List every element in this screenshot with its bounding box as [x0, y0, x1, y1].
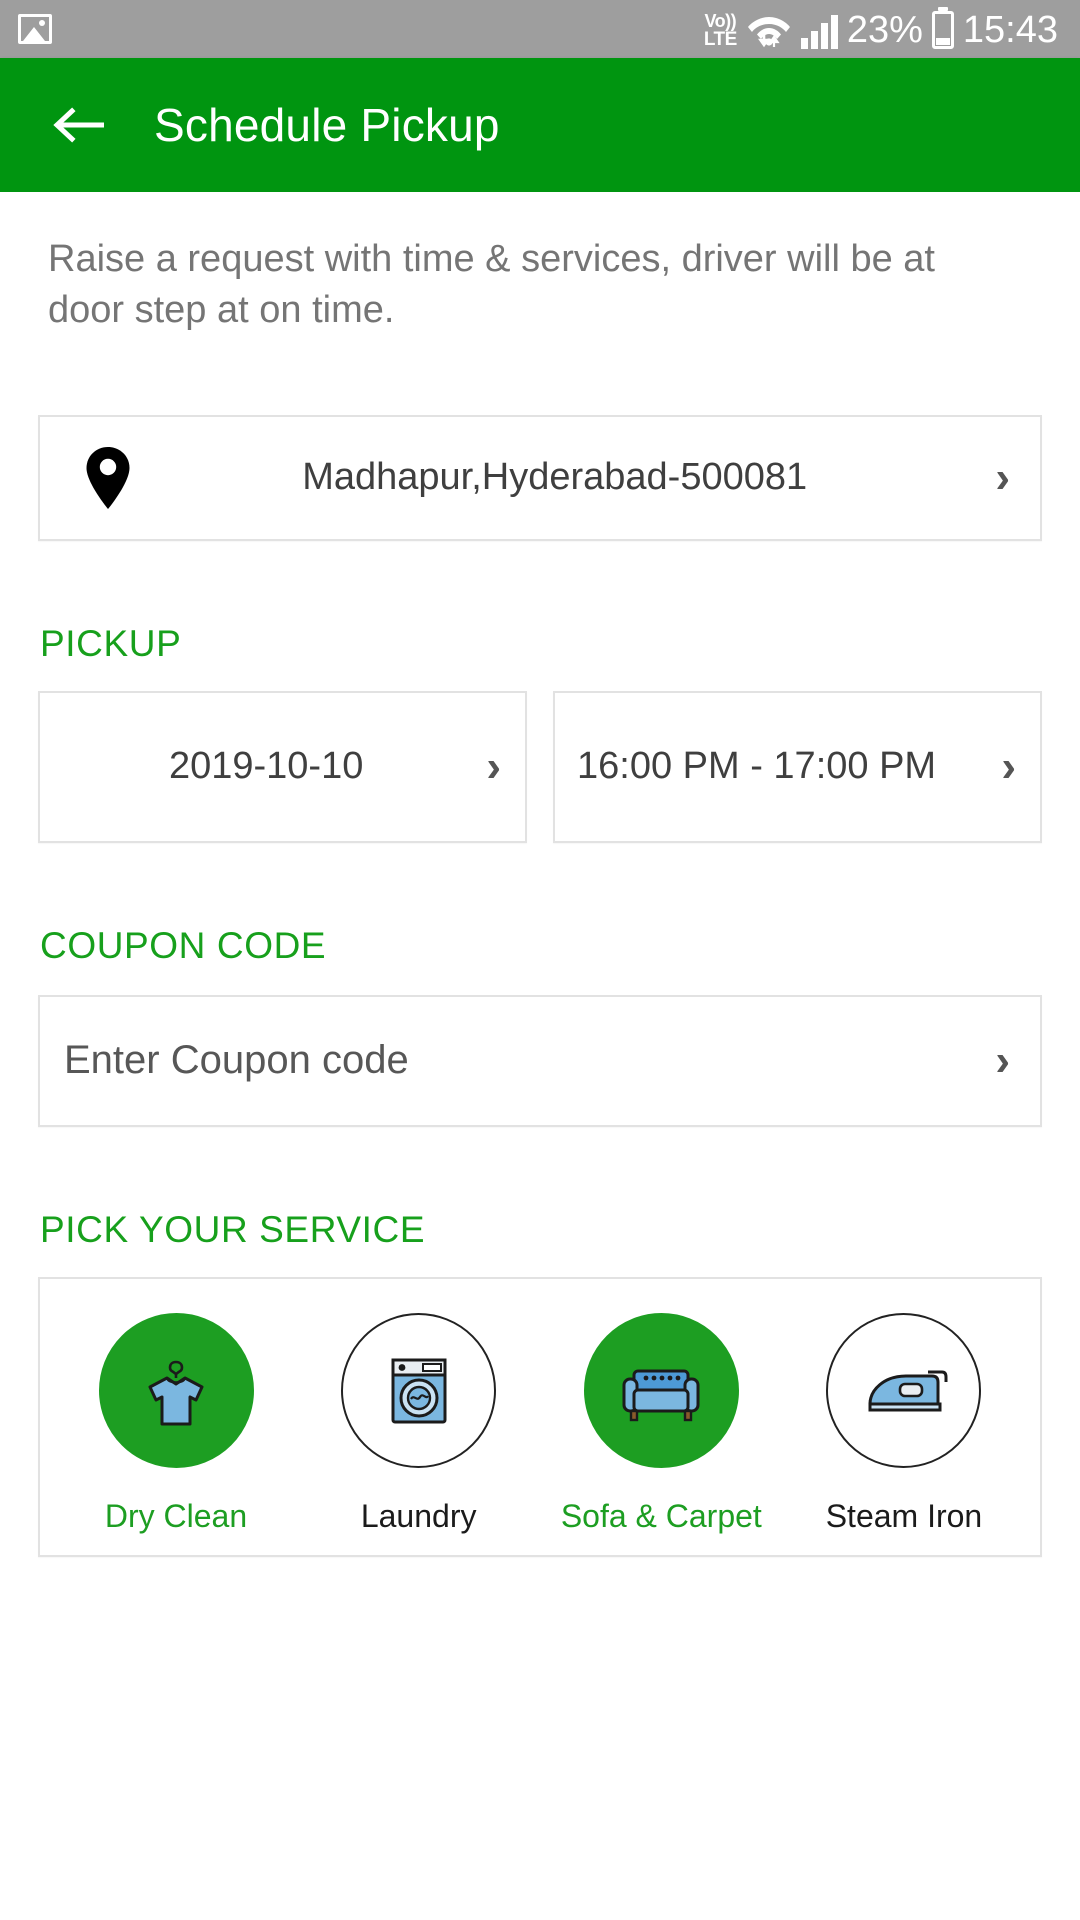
- location-address: Madhapur,Hyderabad-500081: [302, 456, 808, 499]
- location-row[interactable]: Madhapur,Hyderabad-500081 ›: [38, 414, 1042, 541]
- service-bubble: [826, 1312, 982, 1468]
- map-pin-icon: [84, 445, 132, 511]
- battery-icon: [931, 11, 954, 49]
- service-label: Sofa & Carpet: [560, 1497, 762, 1534]
- status-bar-clock: 15:43: [962, 9, 1058, 51]
- back-arrow-icon: [53, 107, 104, 143]
- service-row: Dry Clean Laundry Sofa & Carpet Steam Ir…: [60, 1312, 1020, 1535]
- back-button[interactable]: [48, 95, 108, 155]
- status-bar-right: Vo)) LTE 23% 15:43: [704, 9, 1058, 49]
- app-bar: Schedule Pickup: [0, 58, 1080, 192]
- pickup-date-selector[interactable]: 2019-10-10 ›: [38, 690, 527, 843]
- service-item-steam-iron[interactable]: Steam Iron: [788, 1312, 1020, 1535]
- tshirt-hanger-icon: [148, 1360, 204, 1426]
- pickup-date-value: 2019-10-10: [168, 744, 364, 787]
- coupon-code-input[interactable]: Enter Coupon code: [64, 1038, 989, 1083]
- wifi-icon: [746, 9, 792, 49]
- service-bubble: [98, 1312, 254, 1468]
- pickup-time-value: 16:00 PM - 17:00 PM: [577, 744, 937, 787]
- chevron-right-icon: ›: [486, 741, 501, 791]
- image-icon: [18, 14, 52, 44]
- volte-top-label: Vo)): [704, 11, 737, 31]
- volte-bottom-label: LTE: [703, 29, 737, 50]
- coupon-section-heading: COUPON CODE: [40, 924, 327, 966]
- service-label: Dry Clean: [104, 1497, 248, 1534]
- battery-percent-label: 23%: [846, 9, 923, 51]
- page-title: Schedule Pickup: [154, 99, 500, 151]
- service-item-laundry[interactable]: Laundry: [303, 1312, 535, 1535]
- coupon-code-row[interactable]: Enter Coupon code ›: [38, 994, 1042, 1127]
- chevron-right-icon: ›: [995, 1035, 1010, 1085]
- sofa-icon: [622, 1369, 700, 1422]
- status-bar-left: [18, 14, 52, 44]
- chevron-right-icon: ›: [995, 452, 1010, 502]
- pickup-time-selector[interactable]: 16:00 PM - 17:00 PM ›: [553, 690, 1042, 843]
- service-picker: Dry Clean Laundry Sofa & Carpet Steam Ir…: [38, 1276, 1042, 1557]
- volte-icon: Vo)) LTE: [704, 12, 737, 49]
- clothes-iron-icon: [868, 1370, 948, 1412]
- signal-bars-icon: [800, 11, 838, 49]
- pickup-row: 2019-10-10 › 16:00 PM - 17:00 PM ›: [38, 690, 1042, 843]
- washing-machine-icon: [391, 1358, 447, 1424]
- page-content: Raise a request with time & services, dr…: [0, 192, 1080, 1557]
- status-bar: Vo)) LTE 23% 15:43: [0, 0, 1080, 58]
- service-bubble: [583, 1312, 739, 1468]
- service-item-dry-clean[interactable]: Dry Clean: [60, 1312, 292, 1535]
- service-bubble: [341, 1312, 497, 1468]
- service-label: Laundry: [360, 1497, 477, 1534]
- service-label: Steam Iron: [825, 1497, 983, 1534]
- service-item-sofa-carpet[interactable]: Sofa & Carpet: [545, 1312, 777, 1535]
- chevron-right-icon: ›: [1001, 741, 1016, 791]
- intro-text: Raise a request with time & services, dr…: [48, 238, 935, 332]
- pickup-section-heading: PICKUP: [40, 622, 182, 664]
- services-section-heading: PICK YOUR SERVICE: [40, 1208, 426, 1250]
